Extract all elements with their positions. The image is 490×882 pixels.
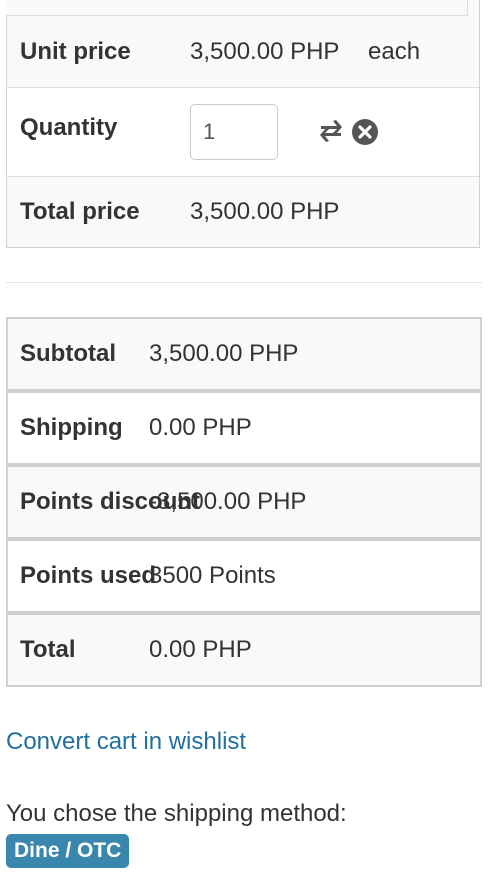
quantity-input[interactable] bbox=[190, 104, 278, 160]
convert-cart-link[interactable]: Convert cart in wishlist bbox=[6, 728, 246, 756]
subtotal-value: 3,500.00 PHP bbox=[149, 340, 299, 367]
section-divider bbox=[6, 282, 482, 283]
points-used-label: Points used bbox=[20, 562, 157, 589]
total-price-label: Total price bbox=[20, 198, 140, 225]
total-price-value: 3,500.00 PHP bbox=[190, 198, 340, 225]
points-used-value: 3500 Points bbox=[149, 562, 276, 589]
quantity-label: Quantity bbox=[20, 114, 118, 141]
shipping-value: 0.00 PHP bbox=[149, 414, 252, 441]
shipping-method-badge: Dine / OTC bbox=[6, 834, 130, 868]
refresh-icon[interactable] bbox=[318, 117, 344, 145]
row-divider bbox=[7, 176, 479, 177]
unit-price-label: Unit price bbox=[20, 38, 131, 65]
shipping-method-prompt: You chose the shipping method: bbox=[6, 800, 347, 827]
total-label: Total bbox=[20, 636, 76, 663]
points-discount-value: -3,500.00 PHP bbox=[149, 488, 307, 515]
shipping-label: Shipping bbox=[20, 414, 123, 441]
unit-price-suffix: each bbox=[368, 38, 421, 65]
cart-item-header-strip bbox=[6, 0, 468, 16]
total-value: 0.00 PHP bbox=[149, 636, 252, 663]
unit-price-value: 3,500.00 PHP bbox=[190, 38, 340, 65]
subtotal-label: Subtotal bbox=[20, 340, 116, 367]
remove-circle-icon[interactable] bbox=[351, 118, 379, 146]
